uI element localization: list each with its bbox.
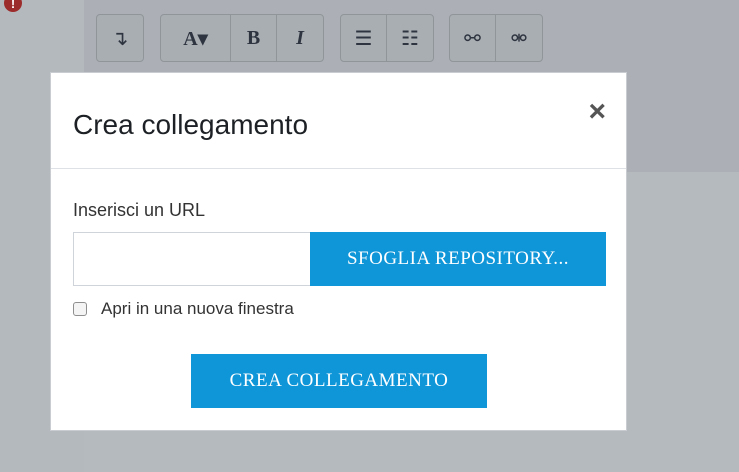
create-link-dialog: Crea collegamento × Inserisci un URL SFO… bbox=[50, 72, 627, 431]
ordered-list-icon[interactable]: ☷ bbox=[387, 15, 433, 61]
font-style-icon[interactable]: A▾ bbox=[161, 15, 231, 61]
url-label: Inserisci un URL bbox=[73, 200, 206, 220]
new-window-label: Apri in una nuova finestra bbox=[101, 299, 294, 318]
url-input[interactable] bbox=[73, 232, 311, 286]
unordered-list-icon[interactable]: ☰ bbox=[341, 15, 387, 61]
toolbar-group-insert: ↴ bbox=[96, 14, 144, 62]
create-link-button[interactable]: CREA COLLEGAMENTO bbox=[191, 354, 487, 408]
dialog-title: Crea collegamento bbox=[73, 109, 309, 140]
close-icon[interactable]: × bbox=[588, 97, 606, 127]
toolbar-group-format: A▾ B I bbox=[160, 14, 324, 62]
link-icon[interactable]: ⚯ bbox=[450, 15, 496, 61]
unlink-icon[interactable]: ⚮ bbox=[496, 15, 542, 61]
insert-down-icon[interactable]: ↴ bbox=[97, 15, 143, 61]
toolbar-group-lists: ☰ ☷ bbox=[340, 14, 434, 62]
bold-icon[interactable]: B bbox=[231, 15, 277, 61]
new-window-checkbox[interactable] bbox=[73, 302, 87, 316]
new-window-option[interactable]: Apri in una nuova finestra bbox=[73, 299, 294, 319]
dialog-header: Crea collegamento × bbox=[51, 73, 626, 169]
browse-repository-button[interactable]: SFOGLIA REPOSITORY... bbox=[310, 232, 606, 286]
italic-icon[interactable]: I bbox=[277, 15, 323, 61]
toolbar-group-links: ⚯ ⚮ bbox=[449, 14, 543, 62]
